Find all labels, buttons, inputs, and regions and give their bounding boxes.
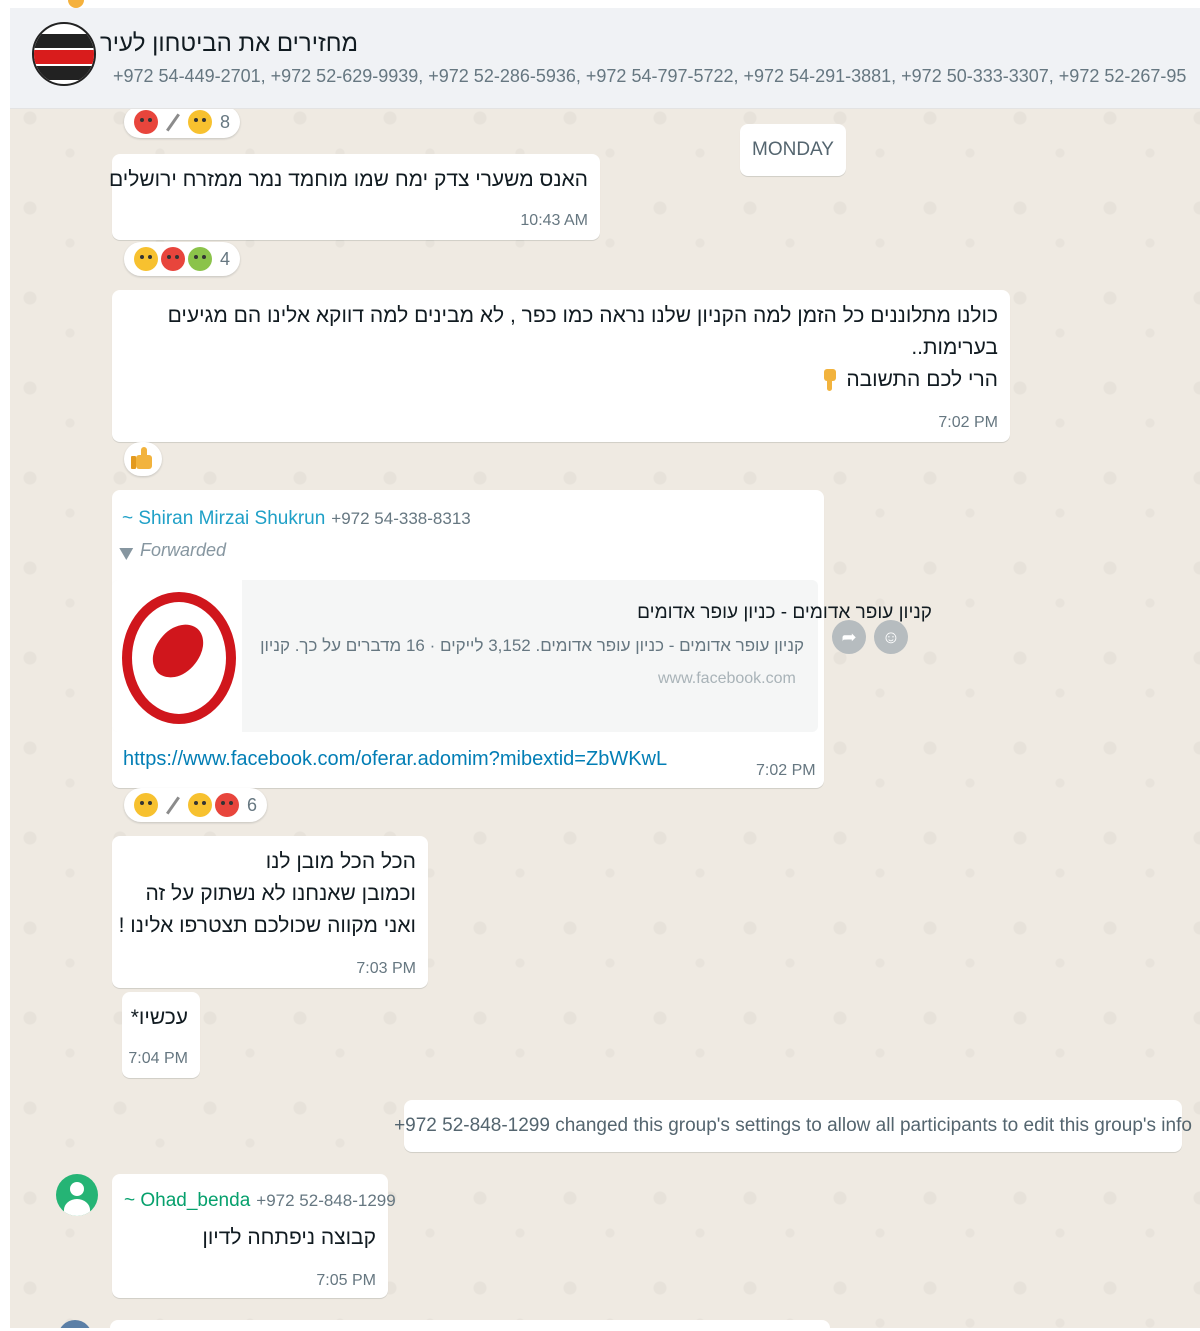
message-text-line: הרי לכם התשובה	[846, 368, 998, 391]
reaction-count: 8	[220, 111, 231, 132]
preview-description: קניון עופר אדומים - כניון עופר אדומים. 3…	[260, 636, 804, 655]
thumbs-up-icon	[129, 445, 157, 473]
message-text-line: בערימות..	[911, 336, 998, 359]
sender-phone: +972 54-338-8313	[331, 509, 471, 528]
preview-domain: www.facebook.com	[658, 670, 796, 687]
message-link[interactable]: https://www.facebook.com/oferar.adomim?m…	[123, 748, 667, 771]
share-arrow-icon: ➦	[841, 626, 857, 647]
forward-arrow-icon	[119, 541, 137, 560]
message-bubble[interactable]: הכל הכל מובן לנו וכמובן שאנחנו לא נשתוק …	[112, 836, 428, 988]
message-text-line: הכל הכל מובן לנו	[265, 850, 416, 873]
astonished-face-icon	[188, 793, 212, 817]
angry-face-icon	[161, 247, 185, 271]
sender-name[interactable]: ~ Shiran Mirzai Shukrun +972 54-338-8313	[122, 508, 471, 530]
react-emoji-button[interactable]: ☺	[874, 620, 908, 654]
message-text: עכשיו*	[130, 1006, 188, 1029]
sender-name-text: ~ Shiran Mirzai Shukrun	[122, 508, 326, 529]
forwarded-label-text: Forwarded	[140, 540, 227, 560]
group-title: מחזירים את הביטחון לעיר	[99, 30, 358, 57]
reactions-bar[interactable]: 4	[124, 242, 241, 276]
angry-face-icon	[134, 110, 158, 134]
group-logo-band	[34, 50, 94, 64]
angry-face-icon	[215, 793, 239, 817]
knife-icon	[166, 795, 180, 815]
group-members: +972 54-449-2701, +972 52-629-9939, +972…	[113, 66, 1187, 86]
message-time: 7:02 PM	[938, 414, 998, 431]
preview-thumbnail	[112, 580, 242, 732]
grimace-face-icon	[188, 110, 212, 134]
chat-window: מחזירים את הביטחון לעיר +972 54-449-2701…	[10, 8, 1200, 1328]
notification-accent	[68, 0, 84, 8]
person-icon	[70, 1182, 84, 1196]
reactions-bar[interactable]: 6	[124, 788, 268, 822]
reaction-count: 6	[247, 794, 258, 815]
day-separator: MONDAY	[740, 124, 846, 176]
message-time: 7:05 PM	[316, 1272, 376, 1289]
grimace-face-icon	[134, 247, 158, 271]
message-time: 10:43 AM	[520, 212, 588, 229]
smiley-icon: ☺	[881, 626, 901, 647]
person-icon-body	[64, 1199, 90, 1216]
message-text: קבוצה ניפתחה לדיון	[202, 1226, 376, 1249]
message-bubble[interactable]: האנס משערי צדק ימח שמו מוחמד נמר ממזרח י…	[108, 154, 600, 240]
knife-icon	[166, 112, 180, 132]
user-avatar[interactable]	[56, 1174, 98, 1216]
sender-name-text: ~ Ohad_benda	[124, 1190, 251, 1211]
reactions-bar[interactable]	[124, 442, 162, 476]
reactions-bar[interactable]: 8	[124, 106, 241, 138]
message-text-line: ואני מקווה שכולכם תצטרפו אלינו !	[118, 914, 416, 937]
pointing-down-icon	[822, 367, 838, 393]
message-text-line: כולנו מתלוננים כל הזמן למה הקניון שלנו נ…	[167, 304, 998, 327]
message-bubble[interactable]: כולנו מתלוננים כל הזמן למה הקניון שלנו נ…	[112, 290, 1010, 442]
message-text: האנס משערי צדק ימח שמו מוחמד נמר ממזרח י…	[108, 168, 588, 191]
nauseated-face-icon	[188, 247, 212, 271]
message-bubble[interactable]: עכשיו* 7:04 PM	[122, 992, 200, 1078]
message-bubble[interactable]: ~ Ohad_benda +972 52-848-1299 קבוצה ניפתח…	[112, 1174, 396, 1298]
user-avatar[interactable]	[58, 1320, 92, 1328]
chat-header[interactable]: מחזירים את הביטחון לעיר +972 54-449-2701…	[10, 8, 1200, 109]
message-time: 7:04 PM	[128, 1050, 188, 1067]
system-message: +972 52-848-1299 changed this group's se…	[394, 1100, 1192, 1152]
thinking-face-icon	[134, 793, 158, 817]
sender-phone: +972 52-848-1299	[256, 1191, 396, 1210]
forward-message-button[interactable]: ➦	[832, 620, 866, 654]
group-logo-icon	[34, 34, 94, 48]
reaction-count: 4	[220, 248, 231, 269]
message-text-line: וכמובן שאנחנו לא נשתוק על זה	[145, 882, 416, 905]
message-line-with-icon: הרי לכם התשובה	[822, 364, 998, 396]
group-avatar[interactable]	[32, 22, 96, 86]
group-logo-band-bottom	[34, 66, 94, 80]
message-time: 7:03 PM	[356, 960, 416, 977]
message-bubble[interactable]	[110, 1320, 830, 1328]
forwarded-label: Forwarded	[119, 540, 227, 561]
sender-name[interactable]: ~ Ohad_benda +972 52-848-1299	[124, 1190, 396, 1212]
message-time: 7:02 PM	[756, 762, 816, 779]
